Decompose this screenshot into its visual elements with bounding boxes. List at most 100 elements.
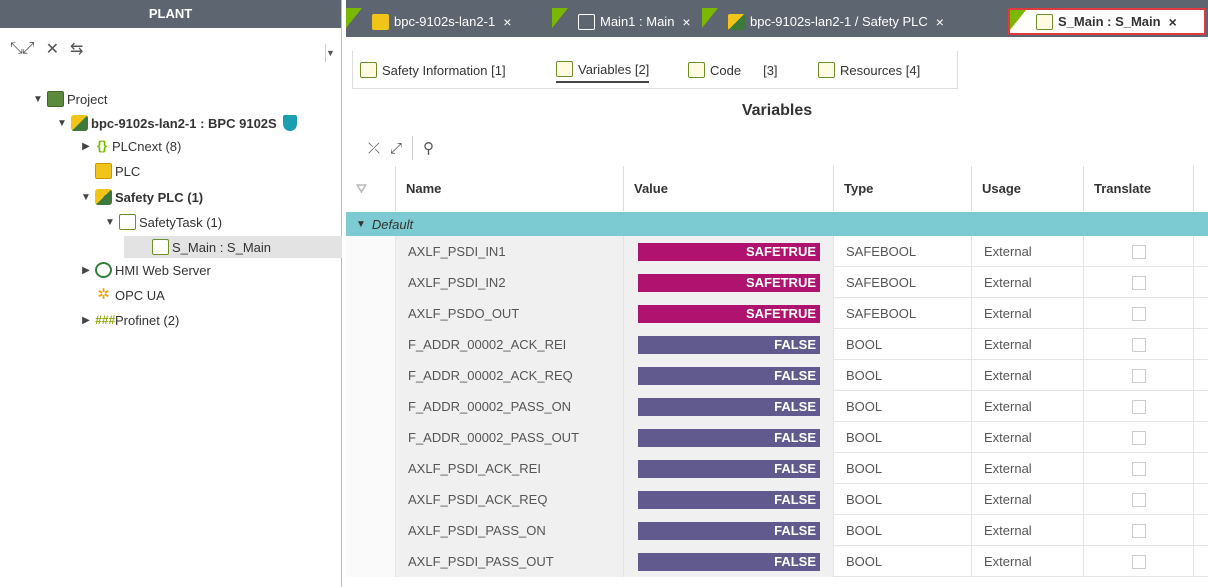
- cell-value[interactable]: FALSE: [624, 546, 834, 577]
- cell-name[interactable]: AXLF_PSDO_OUT: [396, 298, 624, 329]
- column-header-type[interactable]: Type: [834, 166, 972, 211]
- translate-checkbox[interactable]: [1131, 306, 1146, 321]
- cell-type[interactable]: SAFEBOOL: [834, 298, 972, 329]
- cell-usage[interactable]: External: [972, 453, 1084, 484]
- cell-name[interactable]: AXLF_PSDI_ACK_REI: [396, 453, 624, 484]
- tree-item-safety-task[interactable]: ▼ SafetyTask (1): [104, 211, 222, 233]
- cell-translate[interactable]: [1084, 422, 1194, 453]
- translate-checkbox[interactable]: [1131, 399, 1146, 414]
- cell-type[interactable]: BOOL: [834, 360, 972, 391]
- expand-all-icon[interactable]: ⤢: [390, 140, 402, 157]
- cell-type[interactable]: BOOL: [834, 453, 972, 484]
- cell-name[interactable]: AXLF_PSDI_PASS_OUT: [396, 546, 624, 577]
- chevron-right-icon[interactable]: ▶: [80, 265, 92, 276]
- expand-all-icon[interactable]: ⤡⤢: [10, 40, 35, 58]
- tree-item-project[interactable]: ▼ Project: [32, 88, 107, 110]
- search-icon[interactable]: ⚲: [423, 139, 434, 157]
- translate-checkbox[interactable]: [1131, 430, 1146, 445]
- tab-safety-information[interactable]: Safety Information [1]: [360, 57, 506, 83]
- table-row[interactable]: AXLF_PSDI_PASS_OUT FALSE BOOL External: [346, 546, 1208, 577]
- cell-name[interactable]: F_ADDR_00002_ACK_REI: [396, 329, 624, 360]
- table-row[interactable]: F_ADDR_00002_ACK_REQ FALSE BOOL External: [346, 360, 1208, 391]
- cell-translate[interactable]: [1084, 267, 1194, 298]
- translate-checkbox[interactable]: [1131, 275, 1146, 290]
- cell-value[interactable]: FALSE: [624, 484, 834, 515]
- cell-type[interactable]: SAFEBOOL: [834, 267, 972, 298]
- translate-checkbox[interactable]: [1131, 461, 1146, 476]
- cell-value[interactable]: FALSE: [624, 360, 834, 391]
- cell-usage[interactable]: External: [972, 391, 1084, 422]
- cell-name[interactable]: F_ADDR_00002_ACK_REQ: [396, 360, 624, 391]
- cell-name[interactable]: AXLF_PSDI_IN2: [396, 267, 624, 298]
- cell-usage[interactable]: External: [972, 298, 1084, 329]
- tab-main1[interactable]: Main1 : Main ×: [552, 8, 702, 35]
- cell-name[interactable]: F_ADDR_00002_PASS_OUT: [396, 422, 624, 453]
- chevron-right-icon[interactable]: ▶: [80, 141, 92, 152]
- table-row[interactable]: AXLF_PSDO_OUT SAFETRUE SAFEBOOL External: [346, 298, 1208, 329]
- cell-value[interactable]: SAFETRUE: [624, 298, 834, 329]
- tree-item-safety-plc[interactable]: ▼ Safety PLC (1): [80, 186, 203, 208]
- cell-translate[interactable]: [1084, 453, 1194, 484]
- cell-translate[interactable]: [1084, 546, 1194, 577]
- tree-item-bpc-device[interactable]: ▼ bpc-9102s-lan2-1 : BPC 9102S: [56, 112, 297, 134]
- cell-name[interactable]: AXLF_PSDI_ACK_REQ: [396, 484, 624, 515]
- cell-usage[interactable]: External: [972, 546, 1084, 577]
- tab-resources[interactable]: Resources [4]: [818, 57, 920, 83]
- collapse-all-icon[interactable]: ⤫: [368, 140, 380, 157]
- cell-translate[interactable]: [1084, 484, 1194, 515]
- chevron-down-icon[interactable]: ▼: [104, 217, 116, 228]
- translate-checkbox[interactable]: [1131, 244, 1146, 259]
- cell-usage[interactable]: External: [972, 360, 1084, 391]
- cell-translate[interactable]: [1084, 236, 1194, 267]
- translate-checkbox[interactable]: [1131, 523, 1146, 538]
- table-row[interactable]: F_ADDR_00002_ACK_REI FALSE BOOL External: [346, 329, 1208, 360]
- cell-translate[interactable]: [1084, 391, 1194, 422]
- cell-usage[interactable]: External: [972, 515, 1084, 546]
- cell-name[interactable]: AXLF_PSDI_IN1: [396, 236, 624, 267]
- translate-checkbox[interactable]: [1131, 337, 1146, 352]
- cell-translate[interactable]: [1084, 329, 1194, 360]
- cell-type[interactable]: BOOL: [834, 546, 972, 577]
- chevron-down-icon[interactable]: ▼: [32, 94, 44, 105]
- chevron-down-icon[interactable]: ▼: [356, 219, 366, 230]
- table-row[interactable]: AXLF_PSDI_PASS_ON FALSE BOOL External: [346, 515, 1208, 546]
- cell-type[interactable]: BOOL: [834, 329, 972, 360]
- column-header-name[interactable]: Name: [396, 166, 624, 211]
- close-icon[interactable]: ×: [503, 14, 511, 30]
- cell-translate[interactable]: [1084, 515, 1194, 546]
- cell-type[interactable]: BOOL: [834, 391, 972, 422]
- tab-variables[interactable]: Variables [2]: [556, 57, 650, 83]
- collapse-all-icon[interactable]: ✕: [46, 39, 59, 59]
- tab-code[interactable]: Code [3]: [688, 57, 778, 83]
- column-header-more[interactable]: [1194, 166, 1208, 211]
- translate-checkbox[interactable]: [1131, 368, 1146, 383]
- close-icon[interactable]: ×: [936, 14, 944, 30]
- cell-usage[interactable]: External: [972, 422, 1084, 453]
- column-header-translate[interactable]: Translate: [1084, 166, 1194, 211]
- table-row[interactable]: F_ADDR_00002_PASS_OUT FALSE BOOL External: [346, 422, 1208, 453]
- close-icon[interactable]: ×: [1169, 14, 1177, 30]
- cell-value[interactable]: SAFETRUE: [624, 236, 834, 267]
- cell-type[interactable]: BOOL: [834, 515, 972, 546]
- cell-value[interactable]: FALSE: [624, 422, 834, 453]
- column-header-value[interactable]: Value: [624, 166, 834, 211]
- table-row[interactable]: AXLF_PSDI_ACK_REQ FALSE BOOL External: [346, 484, 1208, 515]
- cell-value[interactable]: FALSE: [624, 391, 834, 422]
- tree-item-opc-ua[interactable]: ✲ OPC UA: [95, 284, 165, 306]
- cell-usage[interactable]: External: [972, 236, 1084, 267]
- column-header-usage[interactable]: Usage: [972, 166, 1084, 211]
- tab-safety-plc[interactable]: bpc-9102s-lan2-1 / Safety PLC ×: [702, 8, 1006, 35]
- tab-s-main[interactable]: S_Main : S_Main ×: [1008, 8, 1206, 35]
- table-row[interactable]: AXLF_PSDI_ACK_REI FALSE BOOL External: [346, 453, 1208, 484]
- cell-value[interactable]: SAFETRUE: [624, 267, 834, 298]
- tree-item-hmi-web-server[interactable]: ▶ HMI Web Server: [80, 259, 211, 281]
- table-row[interactable]: F_ADDR_00002_PASS_ON FALSE BOOL External: [346, 391, 1208, 422]
- cell-type[interactable]: BOOL: [834, 422, 972, 453]
- filter-icon[interactable]: ⛛: [346, 166, 396, 211]
- tree-item-plc[interactable]: PLC: [95, 160, 140, 182]
- tab-bpc-device[interactable]: bpc-9102s-lan2-1 ×: [346, 8, 552, 35]
- chevron-right-icon[interactable]: ▶: [80, 315, 92, 326]
- cell-name[interactable]: F_ADDR_00002_PASS_ON: [396, 391, 624, 422]
- chevron-down-icon[interactable]: ▼: [56, 118, 68, 129]
- cell-type[interactable]: BOOL: [834, 484, 972, 515]
